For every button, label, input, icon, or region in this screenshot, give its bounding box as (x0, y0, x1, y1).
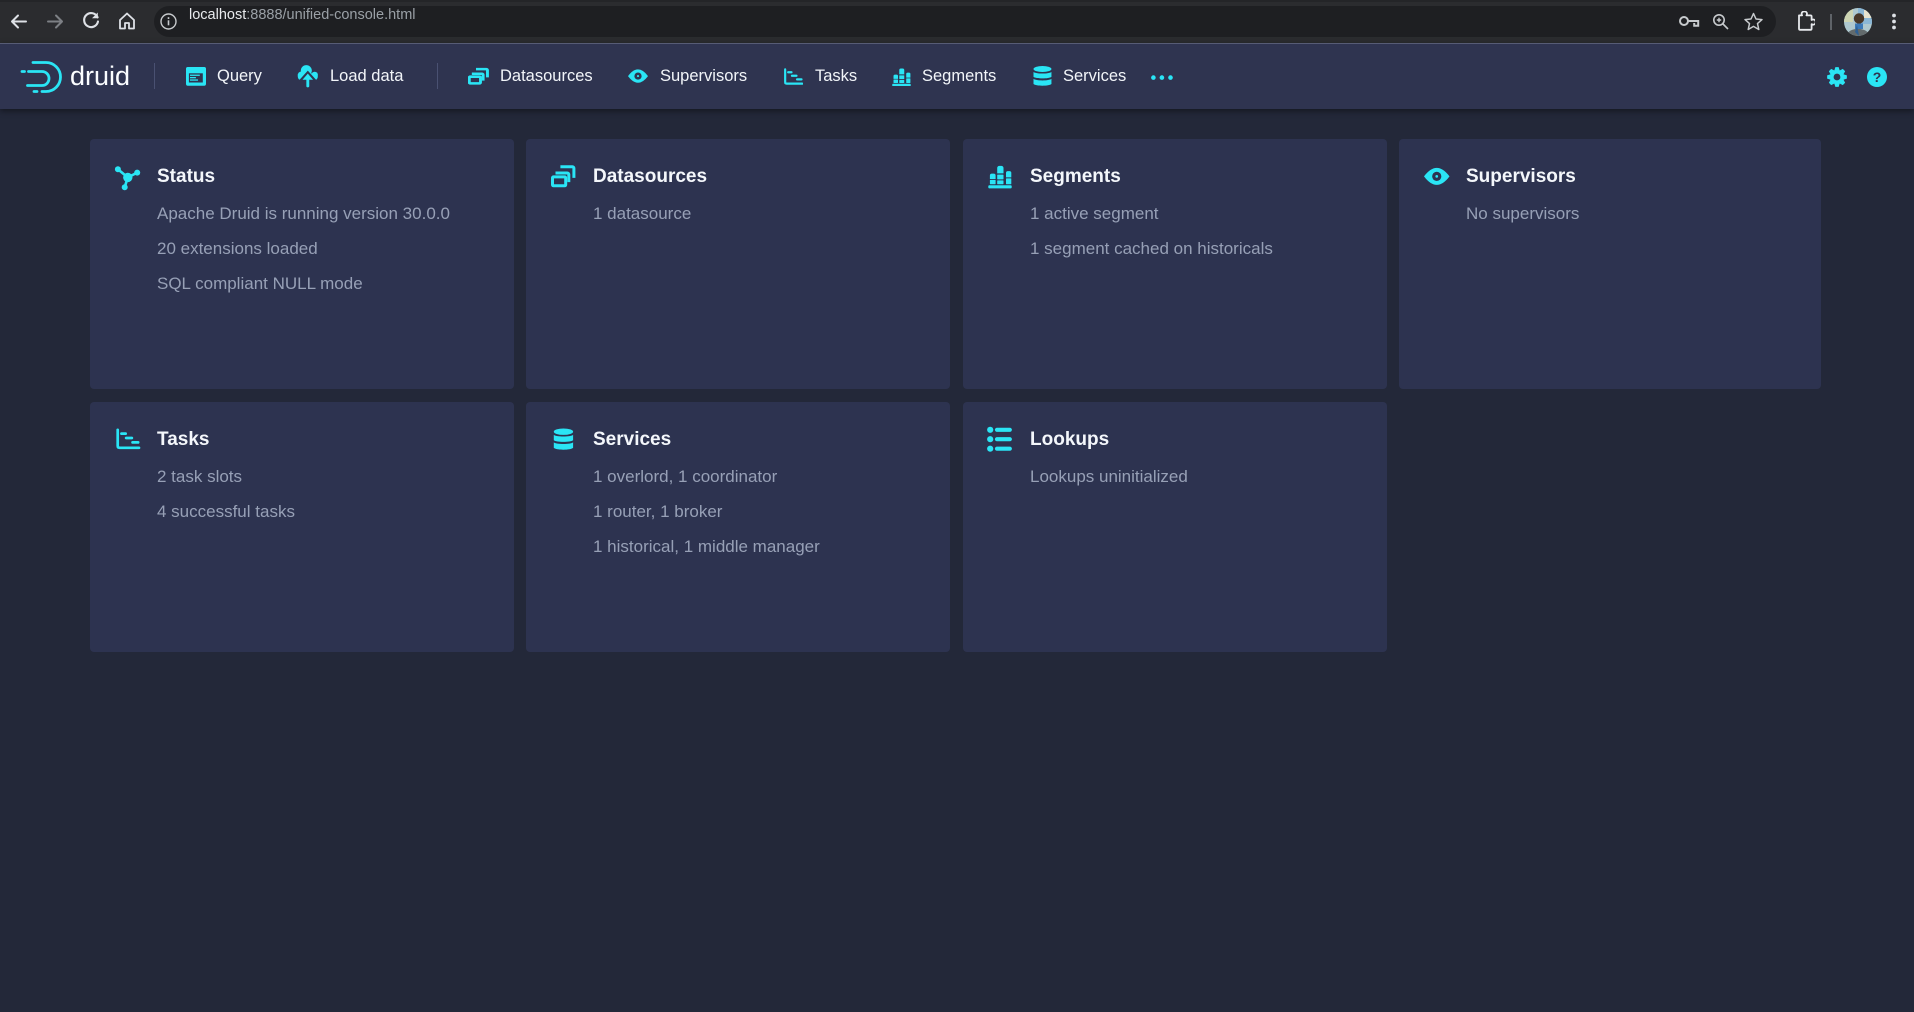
svg-text:?: ? (1873, 69, 1882, 85)
